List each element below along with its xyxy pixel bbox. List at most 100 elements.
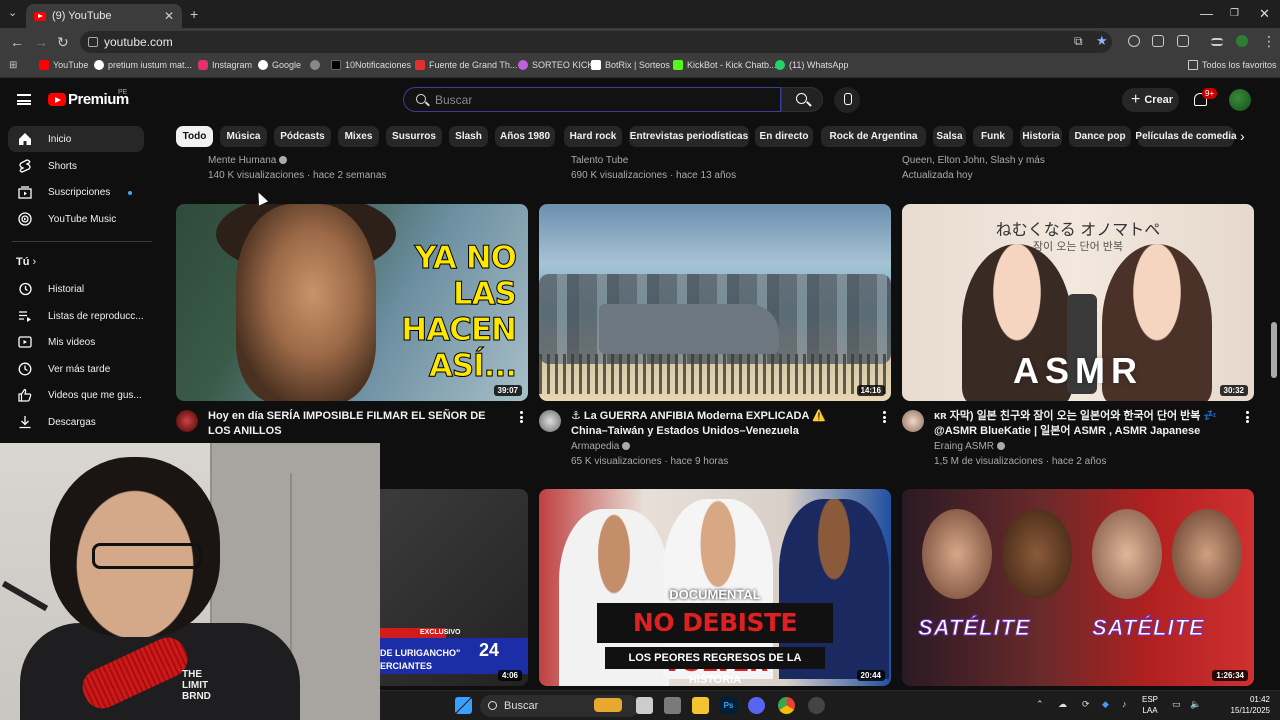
video-options-kebab-icon[interactable] xyxy=(1246,411,1249,423)
sidebar-item-inicio[interactable]: Inicio xyxy=(8,126,144,152)
close-tab-icon[interactable]: ✕ xyxy=(164,9,174,23)
apps-grid-icon[interactable]: ⊞ xyxy=(9,60,17,71)
extension2-icon[interactable] xyxy=(1152,35,1164,47)
discord-icon[interactable] xyxy=(748,697,765,714)
minimize-icon[interactable]: — xyxy=(1200,6,1213,21)
bookmark-globe[interactable] xyxy=(310,60,324,70)
bookmark-instagram[interactable]: Instagram xyxy=(198,60,252,70)
url-field[interactable]: youtube.com ⧉ ★ xyxy=(80,31,1112,53)
sync-icon[interactable]: ⟳ xyxy=(1082,699,1090,710)
reload-icon[interactable]: ↻ xyxy=(57,34,69,51)
video-channel[interactable]: Armapedia xyxy=(571,441,631,452)
chip-susurros[interactable]: Susurros xyxy=(386,126,442,147)
sidebar-item-descargas[interactable]: Descargas xyxy=(8,409,144,435)
volume-icon[interactable]: 🔈 xyxy=(1190,699,1201,710)
prev-video-channel[interactable]: Mente Humana xyxy=(208,155,288,166)
security-icon[interactable]: ◆ xyxy=(1102,699,1109,710)
back-icon[interactable]: ← xyxy=(10,34,24,50)
chips-next-arrow-icon[interactable]: › xyxy=(1240,128,1245,144)
sidebar-section-you[interactable]: Tú › xyxy=(16,256,36,268)
cloud-icon[interactable]: ☁ xyxy=(1058,699,1067,710)
search-input[interactable]: Buscar xyxy=(403,87,781,112)
chrome-icon[interactable] xyxy=(778,697,795,714)
search-button[interactable] xyxy=(781,87,823,112)
bookmark-star-icon[interactable]: ★ xyxy=(1096,33,1108,49)
app-icon[interactable] xyxy=(664,697,681,714)
video-title[interactable]: ᴋʀ 자막) 일본 친구와 잠이 오는 일본어와 한국어 단어 반복 💤 @AS… xyxy=(934,409,1230,439)
language-indicator[interactable]: ESP LAA xyxy=(1142,694,1158,716)
bookmark-google[interactable]: Google xyxy=(258,60,301,70)
video-thumbnail[interactable]: SATÉLITE SATÉLITE 1:26:34 xyxy=(902,489,1254,686)
chip-en-directo[interactable]: En directo xyxy=(755,126,813,147)
chip-slash[interactable]: Slash xyxy=(449,126,488,147)
bookmark-youtube[interactable]: YouTube xyxy=(39,60,88,70)
profile-avatar-icon[interactable] xyxy=(1236,35,1248,47)
reading-list-icon[interactable] xyxy=(1211,38,1223,46)
cast-icon[interactable]: ⧉ xyxy=(1074,34,1083,49)
photoshop-icon[interactable]: Ps xyxy=(720,697,737,714)
chip-historia[interactable]: Historia xyxy=(1020,126,1062,147)
channel-avatar[interactable] xyxy=(902,410,924,432)
obs-icon[interactable] xyxy=(808,697,825,714)
chip-hard-rock[interactable]: Hard rock xyxy=(564,126,622,147)
sidebar-item-videos-que-me-gustan[interactable]: Videos que me gus... xyxy=(8,382,144,408)
extension-icon[interactable] xyxy=(1128,35,1140,47)
video-options-kebab-icon[interactable] xyxy=(520,411,523,423)
menu-kebab-icon[interactable]: ⋮ xyxy=(1262,33,1276,50)
new-tab-icon[interactable]: + xyxy=(190,6,198,22)
chip-rock-de-argentina[interactable]: Rock de Argentina xyxy=(821,126,926,147)
tray-chevron-icon[interactable]: ⌃ xyxy=(1036,699,1044,710)
site-info-icon[interactable] xyxy=(88,37,98,47)
channel-avatar[interactable] xyxy=(539,410,561,432)
sidebar-item-shorts[interactable]: Shorts xyxy=(8,153,144,179)
bookmark-sorteo-kick[interactable]: SORTEO KICK xyxy=(518,60,593,70)
chip-entrevistas-periodísticas[interactable]: Entrevistas periodísticas xyxy=(629,126,749,147)
video-title[interactable]: ⚓ La GUERRA ANFIBIA Moderna EXPLICADA ⚠️… xyxy=(571,409,861,439)
all-favorites[interactable]: Todos los favoritos xyxy=(1188,60,1277,70)
sidebar-item-listas[interactable]: Listas de reproducc... xyxy=(8,303,144,329)
sidebar-item-youtube-music[interactable]: YouTube Music xyxy=(8,206,144,232)
bookmark-botrix[interactable]: BotRix | Sorteos xyxy=(591,60,670,70)
account-avatar[interactable] xyxy=(1229,89,1251,111)
network-icon[interactable]: ▭ xyxy=(1172,699,1181,710)
chip-años-1980[interactable]: Años 1980 xyxy=(495,126,555,147)
video-thumbnail[interactable]: 14:16 xyxy=(539,204,891,401)
channel-avatar[interactable] xyxy=(176,410,198,432)
video-channel[interactable]: Eraing ASMR xyxy=(934,441,1006,452)
hamburger-menu-icon[interactable] xyxy=(17,94,31,105)
chip-dance-pop[interactable]: Dance pop xyxy=(1069,126,1131,147)
forward-icon[interactable]: → xyxy=(34,34,48,50)
chip-funk[interactable]: Funk xyxy=(973,126,1013,147)
voice-search-mic-icon[interactable] xyxy=(834,87,860,113)
video-thumbnail[interactable]: ねむくなる オノマトペ 잠이 오는 단어 반복 ASMR 30:32 xyxy=(902,204,1254,401)
task-view-icon[interactable] xyxy=(636,697,653,714)
taskbar-clock[interactable]: 01:42 15/11/2025 xyxy=(1210,694,1270,716)
video-options-kebab-icon[interactable] xyxy=(883,411,886,423)
chip-salsa[interactable]: Salsa xyxy=(933,126,966,147)
chip-películas-de-comedia[interactable]: Películas de comedia xyxy=(1135,126,1237,147)
sidebar-item-suscripciones[interactable]: Suscripciones xyxy=(8,179,144,205)
chip-todo[interactable]: Todo xyxy=(176,126,213,147)
windows-start-icon[interactable] xyxy=(455,697,472,714)
bookmark-gta[interactable]: Fuente de Grand Th... xyxy=(415,60,517,70)
sidebar-item-mis-videos[interactable]: Mis videos xyxy=(8,329,144,355)
chip-música[interactable]: Música xyxy=(220,126,267,147)
youtube-logo-icon[interactable] xyxy=(48,93,66,106)
video-title[interactable]: Hoy en día SERÍA IMPOSIBLE FILMAR EL SEÑ… xyxy=(208,409,508,439)
video-thumbnail[interactable]: DOCUMENTAL NO DEBISTE VOLVER LOS PEORES … xyxy=(539,489,891,686)
prev-video-channel[interactable]: Talento Tube xyxy=(571,155,628,166)
close-window-icon[interactable]: ✕ xyxy=(1259,6,1270,22)
tab-youtube[interactable]: (9) YouTube ✕ xyxy=(26,4,182,28)
chip-pódcasts[interactable]: Pódcasts xyxy=(274,126,331,147)
bookmark-whatsapp[interactable]: (11) WhatsApp xyxy=(775,60,848,70)
restore-icon[interactable]: ❐ xyxy=(1230,8,1239,19)
page-scrollbar[interactable] xyxy=(1271,322,1277,378)
mic-tray-icon[interactable]: ♪ xyxy=(1122,699,1127,709)
bookmark-pretium[interactable]: pretium iustum mat... xyxy=(94,60,192,70)
file-explorer-icon[interactable] xyxy=(692,697,709,714)
sidebar-item-ver-mas-tarde[interactable]: Ver más tarde xyxy=(8,356,144,382)
extensions-puzzle-icon[interactable] xyxy=(1177,35,1189,47)
video-thumbnail[interactable]: YA NO LAS HACEN ASÍ... 39:07 xyxy=(176,204,528,401)
bookmark-x[interactable]: 10Notificaciones xyxy=(331,60,411,70)
bookmark-kickbot[interactable]: KickBot - Kick Chatb... xyxy=(673,60,777,70)
